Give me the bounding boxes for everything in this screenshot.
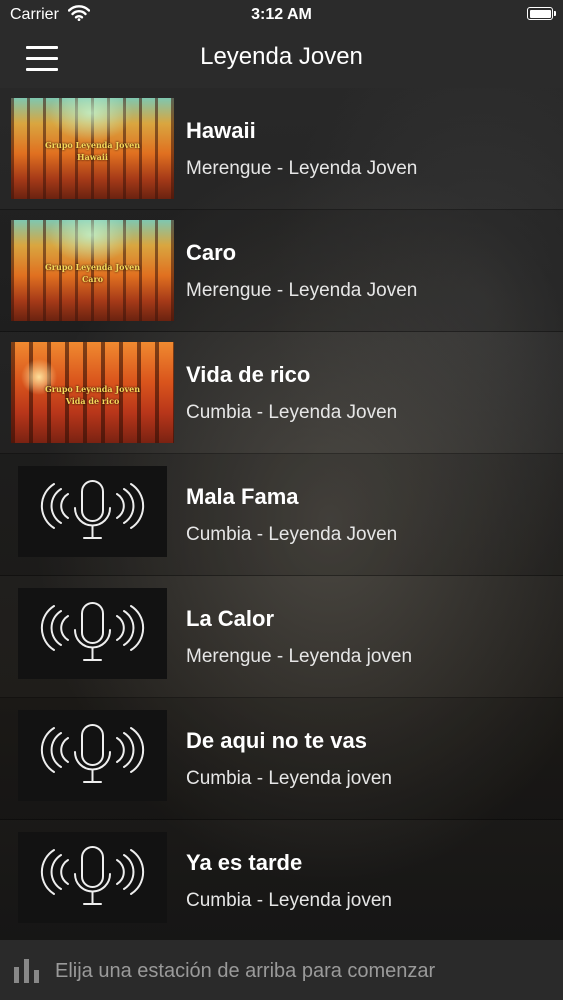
artwork-caption-song: Caro: [81, 274, 104, 284]
microphone-icon: [40, 724, 145, 783]
microphone-icon: [40, 846, 145, 905]
track-title: De aqui no te vas: [186, 728, 367, 753]
list-item[interactable]: Ya es tarde Cumbia - Leyenda joven: [0, 820, 563, 940]
track-title: Vida de rico: [186, 362, 311, 387]
artwork-caption-group: Grupo Leyenda Joven: [44, 262, 141, 272]
track-subtitle: Merengue - Leyenda joven: [186, 646, 413, 667]
app-screen: Carrier 3:12 AM Leyenda Joven Grupo Leye…: [0, 0, 563, 1000]
list-item[interactable]: Mala Fama Cumbia - Leyenda Joven: [0, 454, 563, 576]
list-item[interactable]: De aqui no te vas Cumbia - Leyenda joven: [0, 698, 563, 820]
track-subtitle: Cumbia - Leyenda joven: [186, 768, 392, 789]
equalizer-bars-icon: [14, 959, 39, 983]
track-subtitle: Cumbia - Leyenda Joven: [186, 402, 398, 423]
track-artwork: [18, 710, 167, 801]
track-title: Mala Fama: [186, 484, 299, 509]
artwork-caption-group: Grupo Leyenda Joven: [44, 140, 141, 150]
track-artwork: Grupo Leyenda Joven Vida de rico: [11, 342, 174, 443]
track-title: Hawaii: [186, 118, 256, 143]
list-item[interactable]: Grupo Leyenda Joven Hawaii Hawaii Mereng…: [0, 88, 563, 210]
battery-icon: [527, 7, 556, 20]
track-subtitle: Cumbia - Leyenda Joven: [186, 524, 398, 545]
track-subtitle: Merengue - Leyenda Joven: [186, 158, 418, 179]
navigation-bar: Leyenda Joven: [0, 30, 563, 88]
track-artwork: Grupo Leyenda Joven Hawaii: [11, 98, 174, 199]
track-artwork: Grupo Leyenda Joven Caro: [11, 220, 174, 321]
microphone-icon: [40, 602, 145, 661]
list-item[interactable]: La Calor Merengue - Leyenda joven: [0, 576, 563, 698]
track-list: Grupo Leyenda Joven Hawaii Hawaii Mereng…: [0, 88, 563, 940]
track-subtitle: Cumbia - Leyenda joven: [186, 890, 392, 911]
artwork-caption-song: Vida de rico: [65, 396, 120, 406]
track-title: La Calor: [186, 606, 275, 631]
track-title: Caro: [186, 240, 237, 265]
track-subtitle: Merengue - Leyenda Joven: [186, 280, 418, 301]
now-playing-hint: Elija una estación de arriba para comenz…: [55, 960, 436, 982]
track-artwork: [18, 466, 167, 557]
track-title: Ya es tarde: [186, 850, 303, 875]
now-playing-bar[interactable]: Elija una estación de arriba para comenz…: [0, 940, 563, 1000]
list-item[interactable]: Grupo Leyenda Joven Caro Caro Merengue -…: [0, 210, 563, 332]
track-artwork: [18, 588, 167, 679]
track-artwork: [18, 832, 167, 923]
list-item[interactable]: Grupo Leyenda Joven Vida de rico Vida de…: [0, 332, 563, 454]
status-bar: Carrier 3:12 AM: [0, 0, 563, 30]
page-title: Leyenda Joven: [200, 43, 363, 70]
microphone-icon: [40, 480, 145, 539]
artwork-caption-song: Hawaii: [77, 152, 108, 162]
artwork-caption-group: Grupo Leyenda Joven: [44, 384, 141, 394]
status-time: 3:12 AM: [251, 6, 312, 23]
